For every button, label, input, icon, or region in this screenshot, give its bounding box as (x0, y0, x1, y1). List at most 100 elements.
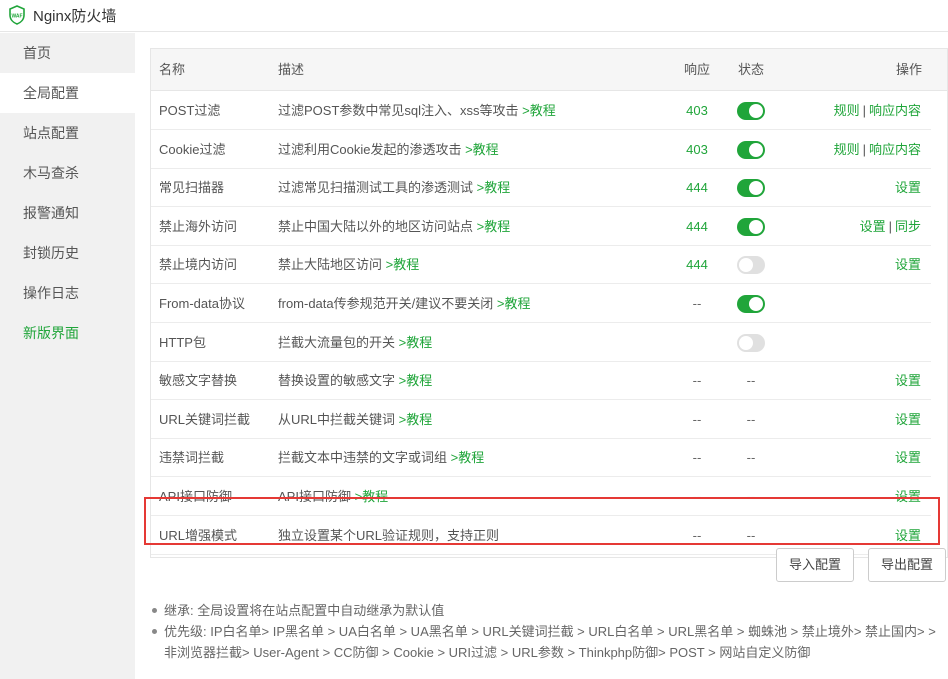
action-link[interactable]: 设置 (895, 373, 921, 388)
status-toggle[interactable] (737, 334, 765, 352)
response-code: 444 (686, 219, 708, 234)
response-code: -- (692, 373, 702, 388)
rule-description: 禁止中国大陆以外的地区访问站点 >教程 (278, 208, 510, 246)
response-code: -- (692, 450, 702, 465)
rule-description: from-data传参规范开关/建议不要关闭 >教程 (278, 285, 530, 323)
action-link[interactable]: 规则 (834, 103, 860, 118)
rule-description-text: 过滤POST参数中常见sql注入、xss等攻击 (278, 103, 523, 118)
table-row: 敏感文字替换 替换设置的敏感文字 >教程 -- -- 设置 (151, 362, 931, 400)
export-config-button[interactable]: 导出配置 (868, 548, 947, 582)
rule-name: POST过滤 (159, 103, 221, 118)
tutorial-link[interactable]: >教程 (465, 142, 499, 157)
rule-description: 过滤利用Cookie发起的渗透攻击 >教程 (278, 131, 499, 169)
toggle-knob (749, 181, 763, 195)
toggle-knob (739, 336, 753, 350)
response-code: 403 (686, 103, 708, 118)
rule-description: 拦截大流量包的开关 >教程 (278, 324, 432, 362)
rule-name: 敏感文字替换 (159, 373, 238, 388)
tutorial-link[interactable]: >教程 (477, 219, 511, 234)
action-link[interactable]: 响应内容 (869, 142, 921, 157)
action-link[interactable]: 规则 (834, 142, 860, 157)
status-text: -- (746, 412, 756, 427)
toggle-knob (749, 220, 763, 234)
rule-description-text: 独立设置某个URL验证规则，支持正则 (278, 528, 500, 543)
status-toggle[interactable] (737, 218, 765, 236)
action-link[interactable]: 设置 (895, 528, 921, 543)
sidebar: 首页 全局配置 站点配置 木马查杀 报警通知 封锁历史 操作日志 新版界面 (0, 33, 135, 679)
header-desc: 描述 (278, 62, 305, 77)
notes-list: 继承: 全局设置将在站点配置中自动继承为默认值 优先级: IP白名单> IP黑名… (152, 600, 942, 663)
row-actions: 设置 (895, 439, 921, 477)
rule-description-text: 拦截文本中违禁的文字或词组 (278, 450, 451, 465)
sidebar-item-home[interactable]: 首页 (0, 33, 135, 73)
rule-description: 过滤常见扫描测试工具的渗透测试 >教程 (278, 169, 510, 207)
sidebar-item-global-config[interactable]: 全局配置 (0, 73, 135, 113)
rule-description-text: 从URL中拦截关键词 (278, 412, 399, 427)
tutorial-link[interactable]: >教程 (522, 103, 556, 118)
response-code (671, 324, 723, 362)
action-link[interactable]: 设置 (895, 257, 921, 272)
table-row: 禁止海外访问 禁止中国大陆以外的地区访问站点 >教程 444 设置 | 同步 (151, 208, 931, 246)
tutorial-link[interactable]: >教程 (399, 412, 433, 427)
status-toggle[interactable] (737, 102, 765, 120)
sidebar-item-new-ui[interactable]: 新版界面 (0, 313, 135, 353)
action-link[interactable]: 设置 (895, 412, 921, 427)
table-row: 禁止境内访问 禁止大陆地区访问 >教程 444 设置 (151, 246, 931, 284)
main-content: POST过滤 过滤POST参数中常见sql注入、xss等攻击 >教程 403 规则 | 响… (135, 33, 948, 679)
rule-name: Cookie过滤 (159, 142, 226, 157)
tutorial-link[interactable]: >教程 (477, 180, 511, 195)
table-header: 名称 描述 响应 状态 操作 (151, 49, 947, 91)
row-actions: 设置 (895, 478, 921, 516)
sidebar-item-block-history[interactable]: 封锁历史 (0, 233, 135, 273)
tutorial-link[interactable]: >教程 (355, 489, 389, 504)
table-row: 违禁词拦截 拦截文本中违禁的文字或词组 >教程 -- -- 设置 (151, 439, 931, 477)
status-toggle[interactable] (737, 256, 765, 274)
action-link[interactable]: 设置 (895, 489, 921, 504)
status-toggle[interactable] (737, 141, 765, 159)
sidebar-item-alert-notify[interactable]: 报警通知 (0, 193, 135, 233)
note-priority: 优先级: IP白名单> IP黑名单 > UA白名单 > UA黑名单 > URL关… (152, 621, 942, 663)
action-link[interactable]: 设置 (895, 450, 921, 465)
table-row: Cookie过滤 过滤利用Cookie发起的渗透攻击 >教程 403 规则 | 响应内容 (151, 131, 931, 169)
header-action: 操作 (895, 62, 922, 77)
row-actions: 设置 (895, 246, 921, 284)
status-text: -- (746, 528, 756, 543)
toggle-knob (739, 258, 753, 272)
sidebar-item-operation-log[interactable]: 操作日志 (0, 273, 135, 313)
rule-name: API接口防御 (159, 489, 232, 504)
toggle-knob (749, 104, 763, 118)
action-link[interactable]: 设置 (860, 219, 886, 234)
rule-description: 禁止大陆地区访问 >教程 (278, 246, 419, 284)
rule-name: 禁止境内访问 (159, 257, 238, 272)
sidebar-item-site-config[interactable]: 站点配置 (0, 113, 135, 153)
response-code: -- (692, 489, 702, 504)
action-link[interactable]: 同步 (895, 219, 921, 234)
rule-name: From-data协议 (159, 296, 245, 311)
import-config-button[interactable]: 导入配置 (776, 548, 855, 582)
row-actions: 设置 | 同步 (860, 208, 921, 246)
status-text: -- (746, 450, 756, 465)
title-bar: WAF Nginx防火墙 (0, 0, 948, 32)
table-row: POST过滤 过滤POST参数中常见sql注入、xss等攻击 >教程 403 规则 | 响… (151, 92, 931, 130)
tutorial-link[interactable]: >教程 (451, 450, 485, 465)
status-toggle[interactable] (737, 295, 765, 313)
tutorial-link[interactable]: >教程 (497, 296, 531, 311)
sidebar-item-trojan-scan[interactable]: 木马查杀 (0, 153, 135, 193)
rule-description: 替换设置的敏感文字 >教程 (278, 362, 432, 400)
rule-description-text: 禁止中国大陆以外的地区访问站点 (278, 219, 477, 234)
rule-description-text: 过滤利用Cookie发起的渗透攻击 (278, 142, 466, 157)
tutorial-link[interactable]: >教程 (399, 335, 433, 350)
rule-name: HTTP包 (159, 335, 206, 350)
response-code: 444 (686, 257, 708, 272)
tutorial-link[interactable]: >教程 (386, 257, 420, 272)
tutorial-link[interactable]: >教程 (399, 373, 433, 388)
table-row: 常见扫描器 过滤常见扫描测试工具的渗透测试 >教程 444 设置 (151, 169, 931, 207)
response-code: -- (692, 412, 702, 427)
rule-description: 独立设置某个URL验证规则，支持正则 (278, 517, 499, 555)
action-link[interactable]: 设置 (895, 180, 921, 195)
status-toggle[interactable] (737, 179, 765, 197)
rule-description-text: 禁止大陆地区访问 (278, 257, 386, 272)
action-link[interactable]: 响应内容 (869, 103, 921, 118)
table-row: HTTP包 拦截大流量包的开关 >教程 (151, 324, 931, 362)
response-code: 403 (686, 142, 708, 157)
